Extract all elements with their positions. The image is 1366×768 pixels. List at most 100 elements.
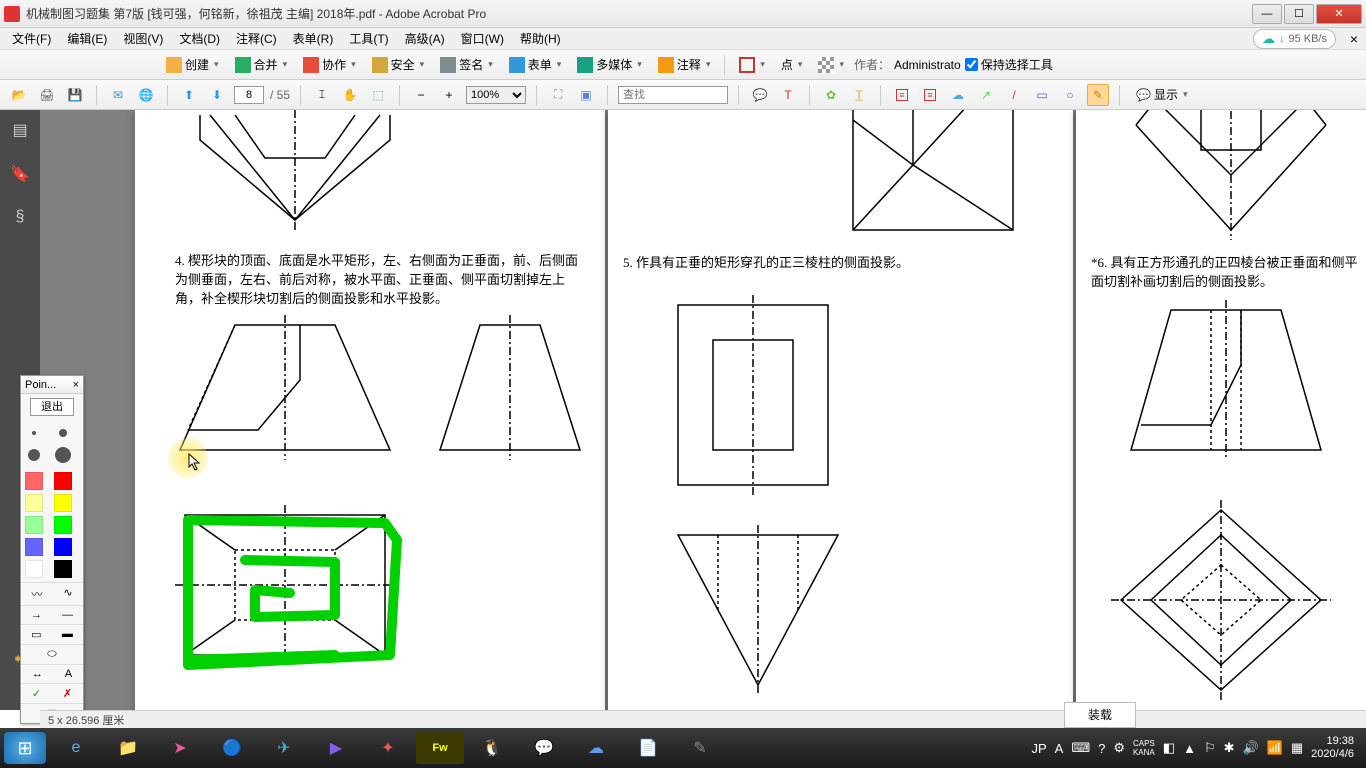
tool-line[interactable]: — xyxy=(62,609,73,621)
menu-forms[interactable]: 表单(R) xyxy=(285,30,342,47)
pointer-palette[interactable]: Poin... × 退出 〰∿ →— ▭▬ ⬭ ↔A ✓✗ ▦ xyxy=(20,375,84,724)
tool-oval[interactable]: ⬭ xyxy=(47,648,56,661)
highlight-tool[interactable]: T xyxy=(777,84,799,106)
start-button[interactable]: ⊞ xyxy=(4,732,46,764)
swatch-blue[interactable] xyxy=(54,538,72,556)
oval-tool[interactable]: ○ xyxy=(1059,84,1081,106)
tray-security-icon[interactable]: ⚐ xyxy=(1204,740,1216,756)
document-viewport[interactable]: 4. 楔形块的顶面、底面是水平矩形，左、右侧面为正垂面，前、后侧面为侧垂面，左右… xyxy=(40,110,1366,710)
tool-rect-fill[interactable]: ▬ xyxy=(62,628,73,641)
swatch-green[interactable] xyxy=(54,516,72,534)
dot-med-2[interactable] xyxy=(54,446,72,464)
swatch-green-light[interactable] xyxy=(25,516,43,534)
swatch-red-light[interactable] xyxy=(25,472,43,490)
marquee-tool[interactable]: ⬚ xyxy=(367,84,389,106)
display-button[interactable]: 💬显示 xyxy=(1130,84,1194,105)
bookmarks-panel-button[interactable]: 🔖 xyxy=(8,164,32,188)
tray-apps-icon[interactable]: ▦ xyxy=(1291,740,1303,756)
page-input[interactable] xyxy=(234,86,264,104)
palette-titlebar[interactable]: Poin... × xyxy=(21,376,83,394)
task-app2[interactable]: ✦ xyxy=(364,732,412,764)
tool-check[interactable]: ✓ xyxy=(32,687,41,700)
task-app1[interactable]: ▶ xyxy=(312,732,360,764)
menu-advanced[interactable]: 高级(A) xyxy=(397,30,453,47)
dot-small-2[interactable] xyxy=(54,424,72,442)
task-acrobat[interactable]: 📄 xyxy=(624,732,672,764)
forms-button[interactable]: 表单 xyxy=(503,54,568,75)
sticky-note-tool[interactable]: 💬 xyxy=(749,84,771,106)
open-button[interactable]: 📂 xyxy=(8,84,30,106)
select-tool[interactable]: 𝙸 xyxy=(311,84,333,106)
hand-tool[interactable]: ✋ xyxy=(339,84,361,106)
task-explorer[interactable]: 📁 xyxy=(104,732,152,764)
tray-flag-icon[interactable]: ◧ xyxy=(1163,740,1175,756)
secure-button[interactable]: 安全 xyxy=(366,54,431,75)
find-input[interactable] xyxy=(618,86,728,104)
dot-med-1[interactable] xyxy=(25,446,43,464)
task-chrome[interactable]: 🔵 xyxy=(208,732,256,764)
combine-button[interactable]: 合并 xyxy=(229,54,294,75)
maximize-button[interactable]: ☐ xyxy=(1284,4,1314,24)
shape-button[interactable] xyxy=(733,55,771,75)
tray-volume-icon[interactable]: 🔊 xyxy=(1243,740,1259,756)
swatch-red[interactable] xyxy=(54,472,72,490)
tray-gear-icon[interactable]: ⚙ xyxy=(1113,740,1125,756)
line-tool[interactable]: / xyxy=(1003,84,1025,106)
zoom-in-button[interactable]: + xyxy=(438,84,460,106)
tool-wave[interactable]: 〰 xyxy=(31,586,42,602)
dot-small-1[interactable] xyxy=(25,424,43,442)
tool-arrow[interactable]: → xyxy=(31,609,42,621)
cloud-tool[interactable]: ☁ xyxy=(947,84,969,106)
palette-close-icon[interactable]: × xyxy=(73,379,79,391)
swatch-yellow-light[interactable] xyxy=(25,494,43,512)
print-button[interactable]: 🖨 xyxy=(36,84,58,106)
load-button[interactable]: 装载 xyxy=(1064,702,1136,728)
tool-wave2[interactable]: ∿ xyxy=(63,586,72,602)
zoom-select[interactable]: 100% xyxy=(466,86,526,104)
tool-text[interactable]: A xyxy=(65,668,72,680)
menu-document[interactable]: 文档(D) xyxy=(171,30,228,47)
task-telegram[interactable]: ✈ xyxy=(260,732,308,764)
transparency-button[interactable] xyxy=(812,55,850,75)
collab-button[interactable]: 协作 xyxy=(297,54,362,75)
swatch-white[interactable] xyxy=(25,560,43,578)
menu-help[interactable]: 帮助(H) xyxy=(512,30,569,47)
page-up-button[interactable]: ⬆ xyxy=(178,84,200,106)
tray-ime1[interactable]: JP xyxy=(1031,741,1046,756)
tool-cross[interactable]: ✗ xyxy=(63,687,72,700)
menu-tools[interactable]: 工具(T) xyxy=(341,30,396,47)
swatch-yellow[interactable] xyxy=(54,494,72,512)
points-button[interactable]: 点 xyxy=(775,54,809,75)
task-app3[interactable]: ✎ xyxy=(676,732,724,764)
tool-rect[interactable]: ▭ xyxy=(31,628,41,641)
task-cursor[interactable]: ➤ xyxy=(156,732,204,764)
textedit-tool[interactable]: T̲ xyxy=(848,84,870,106)
tray-caps[interactable]: CAPSKANA xyxy=(1133,739,1155,757)
arrow-tool[interactable]: ↗ xyxy=(975,84,997,106)
callout-tool[interactable]: ≡ xyxy=(891,84,913,106)
comment-button[interactable]: 注释 xyxy=(652,54,717,75)
textbox-tool[interactable]: ≡ xyxy=(919,84,941,106)
close-button[interactable]: ✕ xyxy=(1316,4,1362,24)
task-ie[interactable]: e xyxy=(52,732,100,764)
doc-close-button[interactable]: × xyxy=(1350,31,1358,47)
pages-panel-button[interactable]: ▤ xyxy=(8,120,32,144)
tray-clock[interactable]: 19:38 2020/4/6 xyxy=(1311,735,1354,761)
tray-keyboard-icon[interactable]: ⌨ xyxy=(1071,740,1090,756)
menu-file[interactable]: 文件(F) xyxy=(4,30,59,47)
menu-view[interactable]: 视图(V) xyxy=(115,30,171,47)
task-fw[interactable]: Fw xyxy=(416,732,464,764)
fit-page-button[interactable]: ▣ xyxy=(575,84,597,106)
tool-resize[interactable]: ↔ xyxy=(32,668,43,680)
attachments-panel-button[interactable]: § xyxy=(8,208,32,232)
tray-help-icon[interactable]: ? xyxy=(1098,741,1105,756)
swatch-blue-light[interactable] xyxy=(25,538,43,556)
tray-ime2[interactable]: A xyxy=(1055,741,1064,756)
tray-network-icon[interactable]: 📶 xyxy=(1267,740,1283,756)
palette-exit-button[interactable]: 退出 xyxy=(30,398,74,416)
media-button[interactable]: 多媒体 xyxy=(571,54,648,75)
menu-comment[interactable]: 注释(C) xyxy=(228,30,285,47)
menu-edit[interactable]: 编辑(E) xyxy=(59,30,115,47)
email-button[interactable]: ✉ xyxy=(107,84,129,106)
minimize-button[interactable]: — xyxy=(1252,4,1282,24)
